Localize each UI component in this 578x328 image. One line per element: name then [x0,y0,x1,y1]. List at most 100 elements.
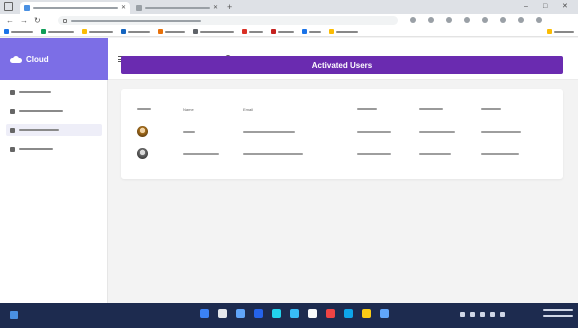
store-icon[interactable] [290,309,299,318]
extension-toolbar [410,17,542,23]
cloud-icon [10,55,22,63]
battery-icon[interactable] [500,312,505,317]
browser-tab[interactable]: ✕ [132,2,222,14]
kebab-menu-icon[interactable] [536,17,542,23]
bookmark-label [249,30,263,33]
bookmark-label [165,30,185,33]
forward-arrow-icon[interactable]: → [20,16,28,25]
bookmark-icon [4,29,9,34]
volume-icon[interactable] [490,312,495,317]
clock[interactable] [543,309,573,321]
bookmark-item[interactable] [121,29,150,34]
brand-name: Cloud [26,54,49,64]
cell-name [183,153,219,155]
sidebar-item-label [19,148,53,150]
table-row[interactable] [121,123,563,141]
wifi-icon[interactable] [480,312,485,317]
sidebar: Cloud [0,38,108,303]
chat-icon[interactable] [254,309,263,318]
table-row[interactable] [121,145,563,163]
bookmark-all-bookmarks[interactable] [547,29,574,34]
system-tray [460,312,505,317]
extension-icon[interactable] [446,17,452,23]
bookmark-label [554,30,574,33]
share-icon[interactable] [410,17,416,23]
bookmark-item[interactable] [271,29,294,34]
column-header-date-of-birth [419,108,443,110]
folder-icon [547,29,552,34]
tab-title [145,7,210,9]
cell-location [481,131,521,133]
page-title: Activated Users [311,60,373,70]
cell-email [243,153,303,155]
app-icon[interactable] [380,309,389,318]
sidebar-icon[interactable] [500,17,506,23]
browser-tab-bar: ✕ ✕ + – □ ✕ [0,0,578,14]
mail-icon[interactable] [326,309,335,318]
url-text [71,19,201,22]
column-header-location [481,108,501,110]
bookmark-icon [41,29,46,34]
extension-icon[interactable] [464,17,470,23]
bookmark-label [309,30,321,33]
puzzle-icon[interactable] [482,17,488,23]
address-bar[interactable] [58,16,398,25]
cell-location [481,153,519,155]
minimize-button[interactable]: – [524,2,528,11]
bookmark-item[interactable] [302,29,321,34]
sidebar-item-label [19,91,51,93]
bookmark-item[interactable] [158,29,185,34]
tab-search-icon[interactable] [4,2,13,11]
cell-date-of-birth [419,131,455,133]
sidebar-item-label [19,129,59,131]
address-bar-row: ← → ↻ [0,14,578,27]
column-header-email: Email [243,107,254,112]
new-tab-button[interactable]: + [227,2,232,12]
sidebar-item-dashboard[interactable] [6,86,102,98]
task-view-icon[interactable] [236,309,245,318]
cell-name [183,131,195,133]
back-arrow-icon[interactable]: ← [6,16,14,25]
maximize-button[interactable]: □ [543,2,547,11]
lock-icon[interactable] [63,18,67,23]
page-header-banner: Activated Users [121,56,563,74]
reload-icon[interactable]: ↻ [34,16,41,25]
chevron-up-icon[interactable] [460,312,465,317]
star-icon[interactable] [428,17,434,23]
bookmark-icon [329,29,334,34]
bookmark-item[interactable] [41,29,74,34]
widgets-icon[interactable] [10,311,18,319]
sidebar-item-deactivated-users[interactable] [6,143,102,155]
bookmark-item[interactable] [329,29,358,34]
bookmarks-bar [0,27,578,37]
bookmark-item[interactable] [4,29,33,34]
clock-date [543,315,573,317]
bookmark-icon [302,29,307,34]
cloud-sync-icon[interactable] [470,312,475,317]
sidebar-item-activated-users[interactable] [6,124,102,136]
dashboard-icon [10,89,15,95]
sidebar-item-users[interactable] [6,105,102,117]
start-icon[interactable] [200,309,209,318]
search-icon[interactable] [218,309,227,318]
clock-time [543,309,573,311]
app-icon[interactable] [344,309,353,318]
edge-icon[interactable] [272,309,281,318]
users-table-card: Name Email [121,89,563,179]
bookmark-item[interactable] [82,29,113,34]
bookmark-label [89,30,113,33]
users-icon [10,108,15,114]
brand[interactable]: Cloud [0,38,108,80]
tab-close-icon[interactable]: ✕ [213,5,218,11]
files-icon[interactable] [308,309,317,318]
sidebar-item-label [19,110,63,112]
tab-close-icon[interactable]: ✕ [121,5,126,11]
bookmark-label [278,30,294,33]
bookmark-item[interactable] [242,29,263,34]
vscode-icon[interactable] [362,309,371,318]
user-x-icon [10,146,15,152]
close-window-button[interactable]: ✕ [562,2,568,11]
browser-tab-active[interactable]: ✕ [20,2,130,14]
profile-avatar-icon[interactable] [518,17,524,23]
bookmark-item[interactable] [193,29,234,34]
